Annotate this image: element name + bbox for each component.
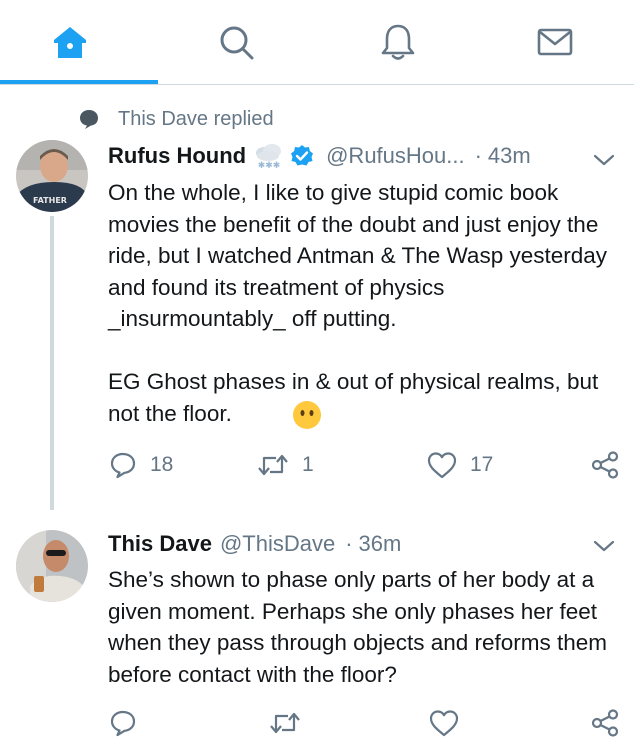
author-name[interactable]: Rufus Hound <box>108 143 246 169</box>
tweet-paragraph: She’s shown to phase only parts of her b… <box>108 567 608 687</box>
reply-icon <box>110 452 136 479</box>
tweet-header: Rufus Hound ✱✱✱ @RufusHou... · 43m <box>108 142 531 170</box>
snow-cloud-icon: ✱✱✱ <box>256 144 282 170</box>
reply-context-text: This Dave replied <box>118 107 274 130</box>
tweet-paragraph-text: EG Ghost phases in & out of physical rea… <box>108 369 599 426</box>
retweet-icon <box>258 454 288 476</box>
top-nav <box>0 0 634 86</box>
tweet-body: On the whole, I like to give stupid comi… <box>108 177 618 429</box>
reply-context[interactable]: This Dave replied <box>78 106 274 132</box>
mail-icon <box>537 28 573 56</box>
time-separator: · <box>345 531 353 556</box>
nav-divider <box>0 84 634 85</box>
retweet-button[interactable]: 1 <box>256 450 314 480</box>
reply-icon <box>110 710 136 737</box>
verified-badge-icon <box>291 145 314 166</box>
avatar-image: FATHER <box>16 140 88 212</box>
tweet-time[interactable]: 36m <box>359 531 402 557</box>
author-handle[interactable]: @RufusHou... <box>326 143 465 169</box>
home-icon <box>54 27 86 58</box>
avatar-rufus-hound[interactable]: FATHER <box>16 140 88 212</box>
share-icon <box>591 451 619 479</box>
tweet-time[interactable]: 43m <box>488 143 531 169</box>
tweet-body: She’s shown to phase only parts of her b… <box>108 564 618 690</box>
tab-notifications[interactable] <box>376 20 420 64</box>
tab-home[interactable] <box>48 20 92 64</box>
search-icon <box>220 26 254 60</box>
like-count: 17 <box>470 453 494 476</box>
avatar-shirt-text: FATHER <box>33 196 67 205</box>
tweet-actions <box>108 708 620 738</box>
thread-line <box>50 216 54 510</box>
reply-button[interactable] <box>108 708 138 738</box>
time-separator: · <box>474 143 482 168</box>
bell-icon <box>381 24 415 60</box>
tweet-paragraph: EG Ghost phases in & out of physical rea… <box>108 366 618 429</box>
tweet-actions: 18 1 17 <box>108 450 620 480</box>
chevron-down-icon[interactable] <box>592 538 616 554</box>
svg-text:✱✱✱: ✱✱✱ <box>258 161 281 170</box>
avatar-image <box>16 530 88 602</box>
tweet-header: This Dave @ThisDave · 36m <box>108 531 401 557</box>
retweet-icon <box>270 712 300 734</box>
share-button[interactable] <box>590 450 620 480</box>
tab-messages[interactable] <box>533 20 577 64</box>
author-name[interactable]: This Dave <box>108 531 212 557</box>
chevron-down-icon[interactable] <box>592 152 616 168</box>
share-icon <box>591 709 619 737</box>
heart-icon <box>429 710 459 737</box>
tweet-paragraph: On the whole, I like to give stupid comi… <box>108 180 608 331</box>
author-handle[interactable]: @ThisDave <box>220 531 335 557</box>
heart-icon <box>427 452 457 479</box>
speech-bubble-icon <box>80 110 98 129</box>
retweet-button[interactable] <box>268 708 302 738</box>
like-button[interactable]: 17 <box>426 450 493 480</box>
tab-search[interactable] <box>214 20 258 64</box>
reply-count: 18 <box>150 453 174 476</box>
reply-button[interactable]: 18 <box>108 450 173 480</box>
retweet-count: 1 <box>302 453 314 476</box>
face-without-mouth-icon <box>293 401 321 429</box>
like-button[interactable] <box>428 708 460 738</box>
share-button[interactable] <box>590 708 620 738</box>
avatar-this-dave[interactable] <box>16 530 88 602</box>
